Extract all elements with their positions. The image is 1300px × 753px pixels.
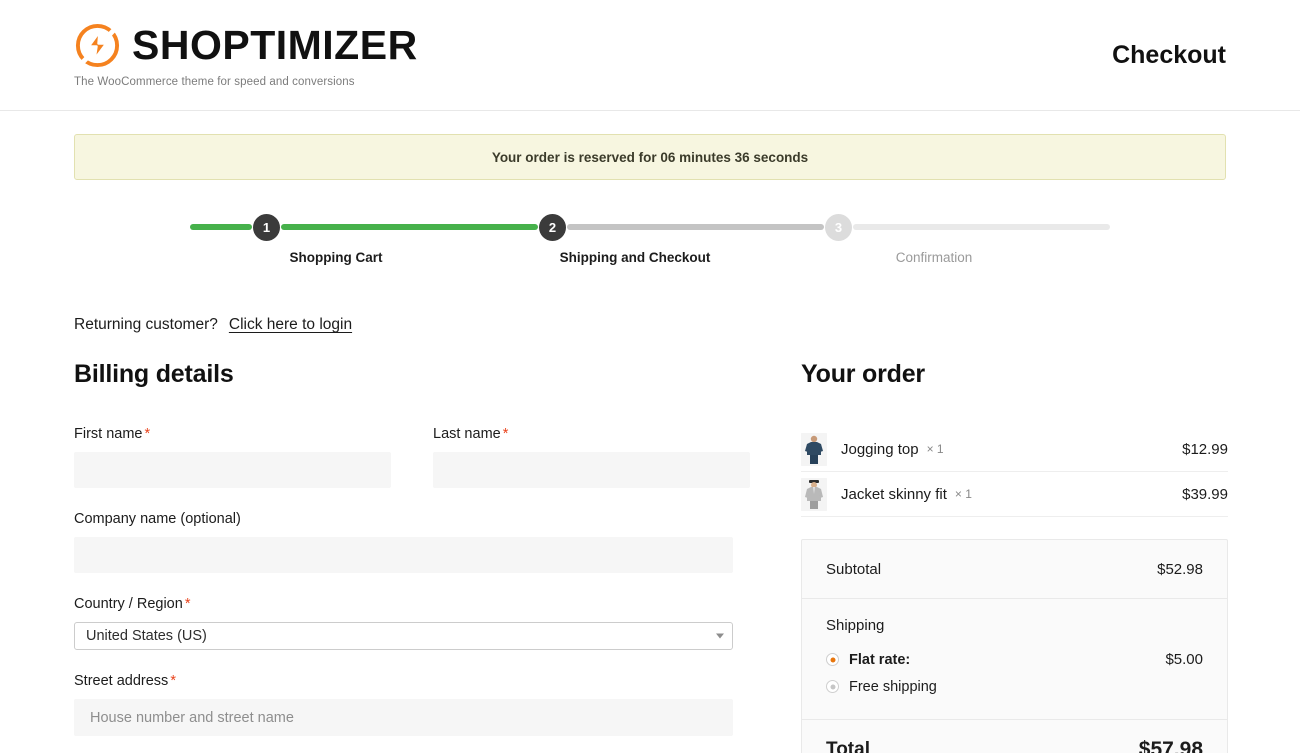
brand-tagline: The WooCommerce theme for speed and conv… bbox=[74, 76, 355, 88]
page-title: Checkout bbox=[1112, 41, 1226, 69]
label-first-name-text: First name bbox=[74, 426, 143, 442]
country-region-select[interactable]: United States (US) bbox=[74, 622, 733, 650]
order-item-quantity: × 1 bbox=[954, 487, 972, 501]
order-reservation-banner: Your order is reserved for 06 minutes 36… bbox=[74, 134, 1226, 180]
label-last-name: Last name * bbox=[433, 426, 750, 442]
radio-free-shipping[interactable] bbox=[826, 680, 839, 693]
required-marker: * bbox=[170, 673, 176, 689]
field-company-name: Company name (optional) bbox=[74, 511, 733, 573]
order-item-name: Jogging top bbox=[841, 440, 919, 458]
shipping-option-label: Free shipping bbox=[849, 678, 937, 695]
subtotal-value: $52.98 bbox=[1157, 560, 1203, 578]
label-last-name-text: Last name bbox=[433, 426, 501, 442]
step-circle-1[interactable]: 1 bbox=[253, 213, 280, 241]
country-region-selected-value: United States (US) bbox=[86, 628, 207, 644]
street-address-input[interactable] bbox=[74, 699, 733, 736]
brand-name: SHOPTIMIZER bbox=[132, 22, 418, 68]
billing-details-heading: Billing details bbox=[74, 360, 234, 388]
step-label-shipping-and-checkout: Shipping and Checkout bbox=[559, 250, 711, 265]
shipping-option-flat-rate[interactable]: Flat rate: $5.00 bbox=[826, 646, 1203, 673]
field-street-address: Street address * bbox=[74, 673, 733, 736]
label-street-address-text: Street address bbox=[74, 673, 169, 689]
radio-flat-rate[interactable] bbox=[826, 653, 839, 666]
billing-details-column: Billing details First name* Last name* bbox=[74, 360, 750, 753]
step-label-shopping-cart: Shopping Cart bbox=[289, 250, 383, 265]
required-marker: * bbox=[502, 426, 509, 442]
checkout-progress: 1 2 3 Shopping Cart Shipping and Checkou… bbox=[74, 213, 1226, 275]
order-totals: Subtotal $52.98 Shipping Flat rate: $5.0… bbox=[801, 539, 1228, 753]
label-company-name: Company name (optional) bbox=[74, 511, 241, 527]
total-row: Total $57.98 bbox=[802, 720, 1227, 753]
order-item: Jacket skinny fit × 1 $39.99 bbox=[801, 472, 1228, 517]
label-first-name: First name * bbox=[74, 426, 391, 442]
login-link[interactable]: Click here to login bbox=[229, 316, 352, 334]
returning-customer-prompt: Returning customer? bbox=[74, 316, 218, 333]
last-name-input[interactable] bbox=[433, 452, 750, 488]
label-street-address: Street address * bbox=[74, 673, 733, 689]
billing-form: First name * Last name * Company name (opt… bbox=[74, 426, 750, 753]
order-item: Jogging top × 1 $12.99 bbox=[801, 427, 1228, 472]
company-name-input[interactable] bbox=[74, 537, 733, 573]
required-marker: * bbox=[144, 426, 151, 442]
subtotal-row: Subtotal $52.98 bbox=[802, 540, 1227, 599]
jogging-top-thumbnail bbox=[801, 432, 827, 466]
shipping-option-free-shipping[interactable]: Free shipping bbox=[826, 673, 1203, 700]
jacket-skinny-fit-thumbnail bbox=[801, 477, 827, 511]
label-country-region-text: Country / Region bbox=[74, 596, 183, 612]
order-items-list: Jogging top × 1 $12.99 Jacket skinny fit… bbox=[801, 427, 1228, 517]
step-label-confirmation: Confirmation bbox=[895, 250, 973, 265]
returning-customer-row: Returning customer? Click here to login bbox=[74, 316, 1226, 334]
step-circle-3[interactable]: 3 bbox=[825, 213, 852, 241]
brand-logo[interactable]: SHOPTIMIZER The WooCommerce theme for sp… bbox=[74, 22, 418, 88]
order-item-quantity: × 1 bbox=[926, 442, 944, 456]
field-first-name: First name * bbox=[74, 426, 391, 488]
step-circle-2[interactable]: 2 bbox=[539, 213, 566, 241]
site-header: SHOPTIMIZER The WooCommerce theme for sp… bbox=[0, 0, 1300, 111]
progress-segment-2-3 bbox=[567, 224, 824, 230]
order-item-name: Jacket skinny fit bbox=[841, 485, 947, 503]
reservation-text: Your order is reserved for 06 minutes 36… bbox=[491, 149, 809, 165]
shipping-options-block: Shipping Flat rate: $5.00 Free shipping bbox=[802, 599, 1227, 720]
progress-segment-start bbox=[190, 224, 252, 230]
shipping-label: Shipping bbox=[826, 617, 885, 634]
label-country-region: Country / Region * bbox=[74, 596, 733, 612]
your-order-heading: Your order bbox=[801, 360, 925, 388]
shipping-option-label: Flat rate: bbox=[849, 651, 911, 668]
shipping-option-amount: $5.00 bbox=[1165, 651, 1203, 668]
total-value: $57.98 bbox=[1138, 738, 1203, 753]
field-last-name: Last name * bbox=[433, 426, 750, 488]
lightning-bolt-circle-icon bbox=[75, 23, 120, 68]
required-marker: * bbox=[184, 596, 191, 612]
field-country-region: Country / Region * United States (US) bbox=[74, 596, 733, 650]
order-summary-column: Your order Jogging top × 1 $12.99 Jacket… bbox=[801, 360, 1228, 753]
progress-segment-1-2 bbox=[281, 224, 538, 230]
order-item-price: $12.99 bbox=[1182, 440, 1228, 458]
order-item-price: $39.99 bbox=[1182, 485, 1228, 503]
subtotal-label: Subtotal bbox=[826, 560, 882, 578]
first-name-input[interactable] bbox=[74, 452, 391, 488]
progress-segment-end bbox=[853, 224, 1110, 230]
total-label: Total bbox=[826, 739, 870, 753]
